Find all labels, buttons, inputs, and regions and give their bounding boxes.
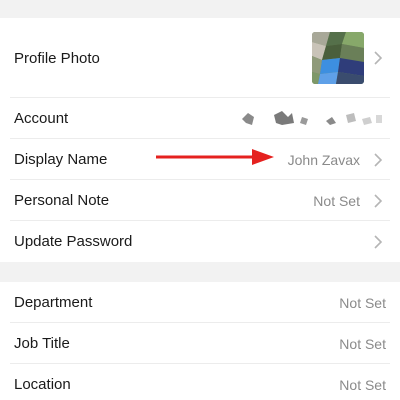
chevron-right-icon <box>370 234 386 250</box>
personal-note-value: Not Set <box>313 192 360 209</box>
department-label: Department <box>14 294 93 311</box>
personal-note-row[interactable]: Personal Note Not Set <box>0 180 400 221</box>
top-spacer <box>0 0 400 18</box>
job-title-value: Not Set <box>339 335 386 352</box>
chevron-right-icon <box>370 193 386 209</box>
account-row[interactable]: Account <box>0 98 400 139</box>
job-title-row[interactable]: Job Title Not Set <box>0 323 400 364</box>
profile-photo-label: Profile Photo <box>14 49 100 67</box>
department-value: Not Set <box>339 294 386 311</box>
job-title-label: Job Title <box>14 335 70 352</box>
location-row[interactable]: Location Not Set <box>0 364 400 400</box>
chevron-right-icon <box>370 152 386 168</box>
chevron-right-icon <box>370 50 386 66</box>
account-value-redacted <box>242 109 382 129</box>
update-password-label: Update Password <box>14 233 133 250</box>
department-row[interactable]: Department Not Set <box>0 282 400 323</box>
display-name-value: John Zavax <box>287 151 360 168</box>
account-label: Account <box>14 110 69 127</box>
section-spacer <box>0 262 400 282</box>
location-label: Location <box>14 376 71 393</box>
red-arrow-annotation-icon <box>156 149 274 165</box>
profile-settings-screen: Profile Photo Account Display Name John … <box>0 0 400 400</box>
work-info-group: Department Not Set Job Title Not Set Loc… <box>0 282 400 400</box>
personal-note-label: Personal Note <box>14 192 110 209</box>
profile-group: Profile Photo Account Display Name John … <box>0 18 400 262</box>
profile-photo-row[interactable]: Profile Photo <box>0 18 400 98</box>
avatar-image <box>312 32 364 84</box>
update-password-row[interactable]: Update Password <box>0 221 400 262</box>
location-value: Not Set <box>339 376 386 393</box>
avatar[interactable] <box>312 32 364 84</box>
